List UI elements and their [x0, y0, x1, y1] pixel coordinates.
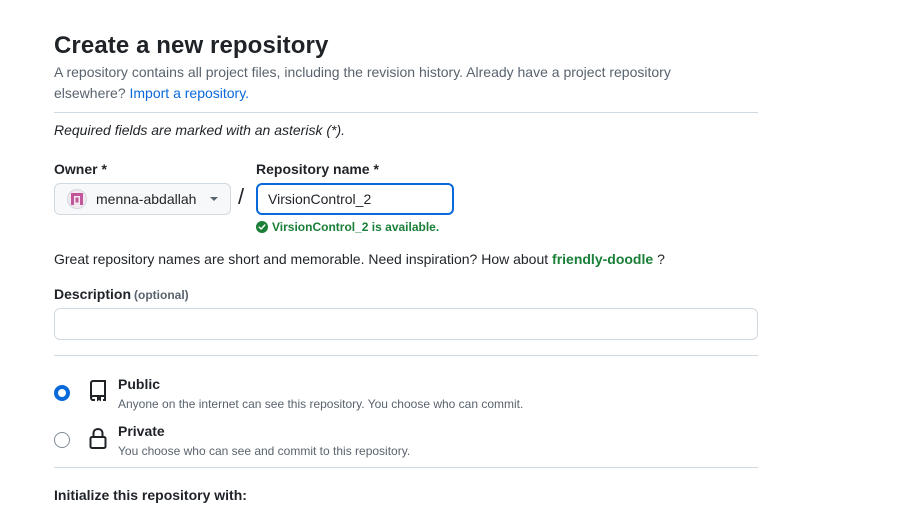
visibility-option-private[interactable]: Private You choose who can see and commi…	[54, 423, 758, 463]
private-description: You choose who can see and commit to thi…	[118, 444, 411, 458]
owner-select[interactable]: menna-abdallah	[54, 183, 231, 215]
private-radio[interactable]	[54, 432, 70, 448]
description-input[interactable]	[54, 308, 758, 340]
divider	[54, 355, 758, 356]
repo-icon	[89, 380, 107, 402]
public-radio[interactable]	[54, 385, 70, 401]
public-title: Public	[118, 376, 161, 392]
owner-repo-separator: /	[238, 184, 245, 209]
required-fields-note: Required fields are marked with an aster…	[54, 122, 346, 138]
import-repository-link[interactable]: Import a repository.	[130, 85, 250, 101]
initialize-heading: Initialize this repository with:	[54, 487, 247, 503]
description-label-text: Description	[54, 286, 132, 302]
divider	[54, 467, 758, 468]
repository-name-input[interactable]	[256, 183, 454, 215]
owner-name: menna-abdallah	[96, 191, 197, 207]
divider	[54, 112, 758, 113]
lock-icon	[89, 427, 107, 449]
availability-text: VirsionControl_2 is available.	[272, 220, 440, 234]
check-circle-icon	[256, 221, 268, 233]
availability-message: VirsionControl_2 is available.	[256, 220, 439, 234]
visibility-option-public[interactable]: Public Anyone on the internet can see th…	[54, 376, 758, 416]
suggestion-text: Great repository names are short and mem…	[54, 251, 549, 267]
repository-name-label: Repository name *	[256, 161, 379, 177]
name-suggestion: Great repository names are short and mem…	[54, 251, 665, 267]
suggested-name-button[interactable]: friendly-doodle	[552, 251, 653, 267]
optional-tag: (optional)	[134, 288, 189, 302]
page-subtitle: A repository contains all project files,…	[54, 62, 744, 104]
owner-label: Owner *	[54, 161, 107, 177]
suggestion-suffix: ?	[657, 251, 665, 267]
private-title: Private	[118, 423, 165, 439]
description-label: Description (optional)	[54, 286, 189, 302]
chevron-down-icon	[210, 197, 218, 201]
page-title: Create a new repository	[54, 32, 329, 59]
public-description: Anyone on the internet can see this repo…	[118, 397, 524, 411]
avatar	[67, 189, 87, 209]
